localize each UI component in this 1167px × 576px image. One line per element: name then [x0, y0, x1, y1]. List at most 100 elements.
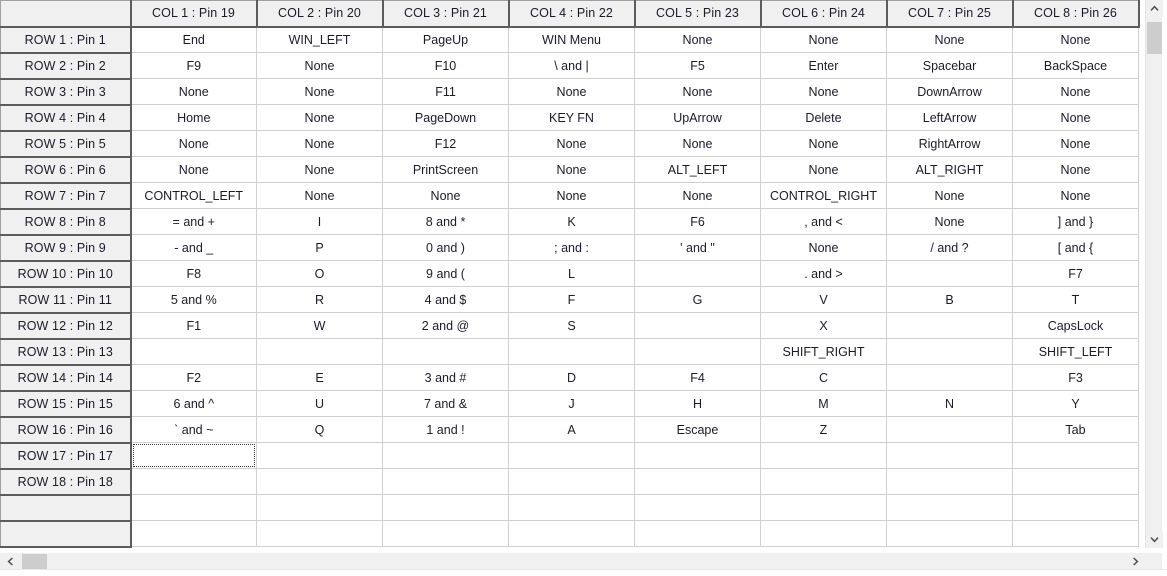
grid-cell-r6-c8[interactable]: None [1012, 156, 1139, 183]
grid-cell-r13-c4[interactable] [508, 338, 635, 365]
grid-cell-r13-c5[interactable] [634, 338, 761, 365]
grid-cell-r16-c5[interactable]: Escape [634, 416, 761, 443]
row-header-2[interactable]: ROW 2 : Pin 2 [0, 52, 132, 80]
column-header-2[interactable]: COL 2 : Pin 20 [256, 0, 384, 28]
grid-cell-r2-c8[interactable]: BackSpace [1012, 52, 1139, 79]
grid-cell-r4-c2[interactable]: None [256, 104, 383, 131]
grid-cell-r14-c1[interactable]: F2 [130, 364, 257, 391]
grid-cell-r20-c8[interactable] [1012, 520, 1139, 547]
grid-cell-r19-c6[interactable] [760, 494, 887, 521]
grid-cell-r10-c7[interactable] [886, 260, 1013, 287]
grid-cell-r4-c5[interactable]: UpArrow [634, 104, 761, 131]
grid-cell-r18-c4[interactable] [508, 468, 635, 495]
row-header-14[interactable]: ROW 14 : Pin 14 [0, 364, 132, 392]
column-header-4[interactable]: COL 4 : Pin 22 [508, 0, 636, 28]
grid-cell-r17-c7[interactable] [886, 442, 1013, 469]
grid-cell-r4-c7[interactable]: LeftArrow [886, 104, 1013, 131]
grid-cell-r8-c6[interactable]: , and < [760, 208, 887, 235]
grid-cell-r19-c3[interactable] [382, 494, 509, 521]
grid-cell-r16-c1[interactable]: ` and ~ [130, 416, 257, 443]
grid-cell-r7-c5[interactable]: None [634, 182, 761, 209]
grid-cell-r10-c6[interactable]: . and > [760, 260, 887, 287]
grid-cell-r12-c5[interactable] [634, 312, 761, 339]
row-header-4[interactable]: ROW 4 : Pin 4 [0, 104, 132, 132]
grid-cell-r1-c2[interactable]: WIN_LEFT [256, 26, 383, 53]
grid-cell-r11-c4[interactable]: F [508, 286, 635, 313]
grid-cell-r12-c8[interactable]: CapsLock [1012, 312, 1139, 339]
grid-cell-r19-c1[interactable] [130, 494, 257, 521]
grid-cell-r7-c2[interactable]: None [256, 182, 383, 209]
grid-cell-r6-c3[interactable]: PrintScreen [382, 156, 509, 183]
grid-cell-r2-c4[interactable]: \ and | [508, 52, 635, 79]
grid-cell-r14-c8[interactable]: F3 [1012, 364, 1139, 391]
grid-cell-r7-c6[interactable]: CONTROL_RIGHT [760, 182, 887, 209]
grid-cell-r2-c1[interactable]: F9 [130, 52, 257, 79]
horizontal-scroll-thumb[interactable] [22, 554, 47, 569]
grid-cell-r4-c4[interactable]: KEY FN [508, 104, 635, 131]
vertical-scroll-thumb[interactable] [1147, 22, 1162, 54]
row-header-11[interactable]: ROW 11 : Pin 11 [0, 286, 132, 314]
grid-cell-r1-c3[interactable]: PageUp [382, 26, 509, 53]
row-header-12[interactable]: ROW 12 : Pin 12 [0, 312, 132, 340]
column-header-7[interactable]: COL 7 : Pin 25 [886, 0, 1014, 28]
grid-cell-r11-c1[interactable]: 5 and % [130, 286, 257, 313]
grid-cell-r14-c6[interactable]: C [760, 364, 887, 391]
grid-cell-r9-c2[interactable]: P [256, 234, 383, 261]
grid-cell-r20-c7[interactable] [886, 520, 1013, 547]
grid-cell-r15-c4[interactable]: J [508, 390, 635, 417]
grid-cell-r20-c5[interactable] [634, 520, 761, 547]
grid-cell-r15-c2[interactable]: U [256, 390, 383, 417]
grid-cell-r12-c2[interactable]: W [256, 312, 383, 339]
row-header-3[interactable]: ROW 3 : Pin 3 [0, 78, 132, 106]
row-header-1[interactable]: ROW 1 : Pin 1 [0, 26, 132, 54]
grid-corner-header[interactable] [0, 0, 132, 28]
grid-cell-r2-c2[interactable]: None [256, 52, 383, 79]
grid-cell-r20-c6[interactable] [760, 520, 887, 547]
grid-cell-r17-c4[interactable] [508, 442, 635, 469]
grid-cell-r17-c3[interactable] [382, 442, 509, 469]
grid-cell-r20-c3[interactable] [382, 520, 509, 547]
grid-cell-r12-c7[interactable] [886, 312, 1013, 339]
grid-cell-r10-c8[interactable]: F7 [1012, 260, 1139, 287]
grid-cell-r9-c5[interactable]: ' and " [634, 234, 761, 261]
grid-cell-r18-c3[interactable] [382, 468, 509, 495]
grid-cell-r10-c3[interactable]: 9 and ( [382, 260, 509, 287]
grid-cell-r2-c6[interactable]: Enter [760, 52, 887, 79]
vertical-scrollbar[interactable] [1145, 0, 1163, 548]
grid-cell-r9-c1[interactable]: - and _ [130, 234, 257, 261]
grid-cell-r5-c6[interactable]: None [760, 130, 887, 157]
horizontal-scrollbar[interactable] [0, 553, 1162, 570]
grid-cell-r11-c5[interactable]: G [634, 286, 761, 313]
grid-cell-r14-c4[interactable]: D [508, 364, 635, 391]
row-header-9[interactable]: ROW 9 : Pin 9 [0, 234, 132, 262]
row-header-13[interactable]: ROW 13 : Pin 13 [0, 338, 132, 366]
grid-cell-r15-c1[interactable]: 6 and ^ [130, 390, 257, 417]
grid-cell-r15-c5[interactable]: H [634, 390, 761, 417]
grid-cell-r3-c1[interactable]: None [130, 78, 257, 105]
grid-cell-r2-c3[interactable]: F10 [382, 52, 509, 79]
grid-cell-r17-c6[interactable] [760, 442, 887, 469]
grid-cell-r6-c5[interactable]: ALT_LEFT [634, 156, 761, 183]
grid-cell-r5-c3[interactable]: F12 [382, 130, 509, 157]
scroll-left-icon[interactable] [2, 553, 19, 570]
grid-cell-r1-c7[interactable]: None [886, 26, 1013, 53]
grid-cell-r16-c6[interactable]: Z [760, 416, 887, 443]
grid-cell-r8-c8[interactable]: ] and } [1012, 208, 1139, 235]
grid-cell-r5-c7[interactable]: RightArrow [886, 130, 1013, 157]
grid-cell-r8-c4[interactable]: K [508, 208, 635, 235]
grid-cell-r2-c7[interactable]: Spacebar [886, 52, 1013, 79]
grid-cell-r20-c1[interactable] [130, 520, 257, 547]
grid-cell-r6-c4[interactable]: None [508, 156, 635, 183]
grid-cell-r5-c4[interactable]: None [508, 130, 635, 157]
grid-cell-r19-c8[interactable] [1012, 494, 1139, 521]
grid-cell-r15-c6[interactable]: M [760, 390, 887, 417]
grid-cell-r4-c3[interactable]: PageDown [382, 104, 509, 131]
grid-cell-r14-c7[interactable] [886, 364, 1013, 391]
grid-cell-r9-c6[interactable]: None [760, 234, 887, 261]
grid-cell-r18-c6[interactable] [760, 468, 887, 495]
grid-cell-r14-c5[interactable]: F4 [634, 364, 761, 391]
grid-cell-r11-c2[interactable]: R [256, 286, 383, 313]
grid-cell-r18-c1[interactable] [130, 468, 257, 495]
grid-cell-r18-c8[interactable] [1012, 468, 1139, 495]
grid-cell-r16-c8[interactable]: Tab [1012, 416, 1139, 443]
